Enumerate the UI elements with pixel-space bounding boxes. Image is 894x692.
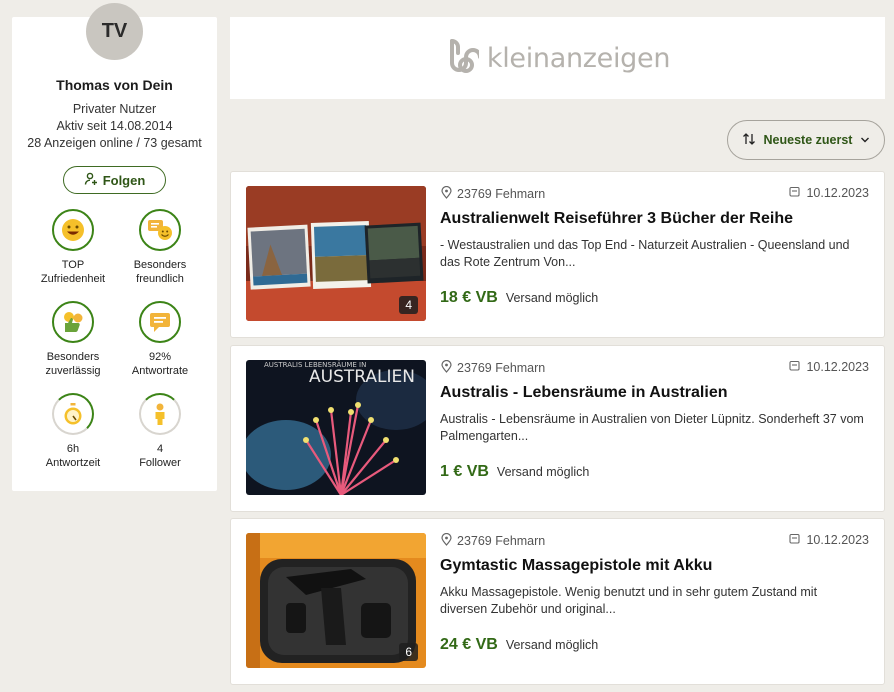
seller-name[interactable]: Thomas von Dein (12, 77, 217, 93)
listing-title[interactable]: Gymtastic Massagepistole mit Akku (440, 557, 712, 575)
location-text: 23769 Fehmarn (457, 534, 546, 548)
listing-date: 10.12.2023 (789, 186, 869, 200)
badge-line2: zuverlässig (45, 365, 101, 377)
badge-followers: 4 Follower (112, 393, 208, 470)
follow-button[interactable]: Folgen (63, 166, 166, 194)
badge-line2: Antwortzeit (45, 457, 101, 469)
listing-price: 24 € VB (440, 636, 498, 653)
follow-label: Folgen (102, 172, 146, 188)
badge-line1: 6h (66, 443, 80, 455)
listing-date: 10.12.2023 (789, 360, 869, 374)
listing-title[interactable]: Australienwelt Reiseführer 3 Bücher der … (440, 210, 793, 228)
listing-location: 23769 Fehmarn (441, 185, 546, 202)
listing-image[interactable]: 6 (246, 533, 426, 668)
seller-type: Privater Nutzer (72, 102, 157, 116)
location-pin-icon (441, 359, 452, 376)
listing-date: 10.12.2023 (789, 533, 869, 547)
shipping-info: Versand möglich (496, 465, 590, 479)
badge-line1: TOP (61, 259, 85, 271)
listing-image[interactable]: AUSTRALIS LEBENSRÄUME IN AUSTRALIEN (246, 360, 426, 495)
stopwatch-icon (52, 393, 94, 435)
listing-price-row: 1 € VB Versand möglich (440, 463, 589, 481)
listing-card[interactable]: AUSTRALIS LEBENSRÄUME IN AUSTRALIEN 2376… (230, 345, 885, 512)
badge-line2: Zufriedenheit (40, 273, 106, 285)
badge-reliable: Besonders zuverlässig (25, 301, 121, 378)
listing-card[interactable]: 4 23769 Fehmarn 10.12.2023 Australienwel… (230, 171, 885, 338)
listing-price-row: 18 € VB Versand möglich (440, 289, 598, 307)
sort-label: Neueste zuerst (763, 133, 853, 147)
smiley-icon (52, 209, 94, 251)
listing-price-row: 24 € VB Versand möglich (440, 636, 598, 654)
location-text: 23769 Fehmarn (457, 361, 546, 375)
badge-line1: Besonders (46, 351, 100, 363)
date-text: 10.12.2023 (806, 186, 869, 200)
listing-title[interactable]: Australis - Lebensräume in Australien (440, 384, 727, 402)
listing-price: 1 € VB (440, 463, 489, 480)
badge-line2: Follower (139, 457, 181, 469)
badge-friendly: Besonders freundlich (112, 209, 208, 286)
badge-line1: Besonders (133, 259, 187, 271)
location-pin-icon (441, 185, 452, 202)
listing-location: 23769 Fehmarn (441, 532, 546, 549)
listing-card[interactable]: 6 23769 Fehmarn 10.12.2023 Gymtastic Mas… (230, 518, 885, 685)
calendar-icon (789, 533, 800, 547)
brand-name: kleinanzeigen (486, 42, 671, 74)
listing-location: 23769 Fehmarn (441, 359, 546, 376)
listing-price: 18 € VB (440, 289, 498, 306)
chat-smiley-icon (139, 209, 181, 251)
seller-profile-card: TV Thomas von Dein Privater Nutzer Aktiv… (12, 3, 217, 491)
ads-count: 28 Anzeigen online / 73 gesamt (27, 136, 202, 150)
listing-image[interactable]: 4 (246, 186, 426, 321)
avatar: TV (86, 3, 143, 60)
badge-line1: 92% (148, 351, 172, 363)
listing-description: Australis - Lebensräume in Australien vo… (440, 412, 864, 443)
active-since: Aktiv seit 14.08.2014 (56, 119, 173, 133)
chevron-down-icon (860, 133, 870, 147)
shipping-info: Versand möglich (505, 291, 599, 305)
thumbs-up-icon (52, 301, 94, 343)
sort-dropdown[interactable]: Neueste zuerst (727, 120, 885, 160)
badge-satisfaction: TOP Zufriedenheit (25, 209, 121, 286)
badge-line2: Antwortrate (131, 365, 189, 377)
image-count: 4 (399, 296, 418, 314)
badge-response-rate: 92% Antwortrate (112, 301, 208, 378)
sort-arrows-icon (742, 132, 756, 149)
listing-description: Akku Massagepistole. Wenig benutzt und i… (440, 585, 818, 616)
date-text: 10.12.2023 (806, 360, 869, 374)
message-icon (139, 301, 181, 343)
calendar-icon (789, 186, 800, 200)
listing-description: - Westaustralien und das Top End - Natur… (440, 238, 850, 269)
follow-person-icon (84, 172, 98, 189)
badge-response-time: 6h Antwortzeit (25, 393, 121, 470)
shipping-info: Versand möglich (505, 638, 599, 652)
badge-line1: 4 (156, 443, 164, 455)
kleinanzeigen-logo-icon (445, 37, 482, 80)
brand-banner[interactable]: kleinanzeigen (230, 17, 885, 99)
cover-title: AUSTRALIEN (309, 367, 415, 387)
image-count: 6 (399, 643, 418, 661)
calendar-icon (789, 360, 800, 374)
person-icon (139, 393, 181, 435)
date-text: 10.12.2023 (806, 533, 869, 547)
location-text: 23769 Fehmarn (457, 187, 546, 201)
badge-line2: freundlich (136, 273, 184, 285)
location-pin-icon (441, 532, 452, 549)
